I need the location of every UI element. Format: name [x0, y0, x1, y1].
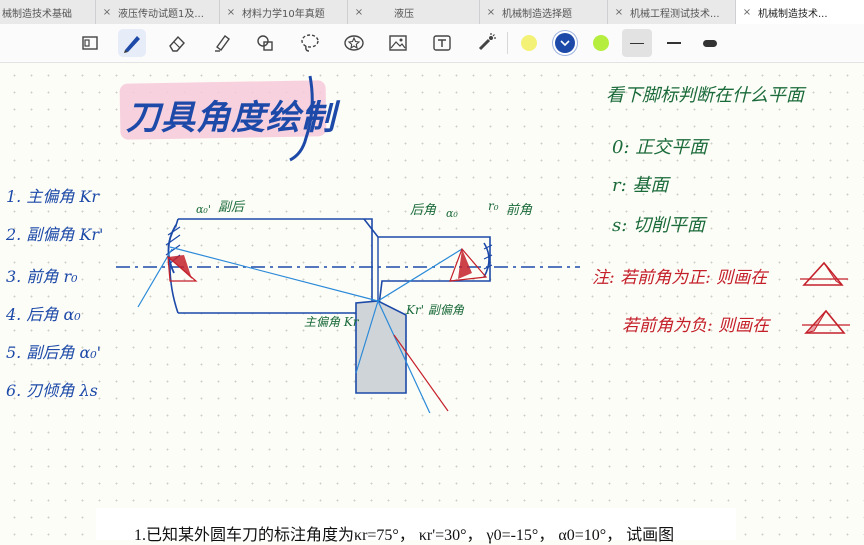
- title-stroke: [289, 75, 314, 162]
- tab-label: 机械制造选择题: [502, 8, 572, 20]
- toolbar-divider: [507, 32, 508, 54]
- laser-pointer-icon[interactable]: [472, 29, 500, 57]
- diagram-label-minor-cutting: Kr' 副偏角: [406, 303, 464, 317]
- question-text: 1.已知某外圆车刀的标注角度为κr=75°， κr'=30°， γ0=-15°，…: [134, 527, 675, 544]
- stroke-width-thick[interactable]: [696, 29, 724, 57]
- star-sticker-icon[interactable]: [340, 29, 368, 57]
- question-panel: 1.已知某外圆车刀的标注角度为κr=75°， κr'=30°， γ0=-15°，…: [96, 508, 736, 544]
- tab-label: 械制造技术基础: [2, 8, 72, 20]
- stroke-width-thin[interactable]: [622, 29, 652, 57]
- diagram-label-clearance: 后角: [410, 203, 437, 218]
- text-box-icon[interactable]: [428, 29, 456, 57]
- plane-item: r: 基面: [612, 175, 669, 196]
- positive-rake-icon: [800, 261, 848, 286]
- angle-list-item: 6. 刃倾角 λs: [6, 381, 98, 400]
- angle-list-item: 2. 副偏角 Kr': [6, 225, 104, 244]
- page-view-icon[interactable]: [76, 29, 104, 57]
- tab-item[interactable]: × 液压传动试题1及...: [96, 0, 220, 24]
- angle-list-item: 4. 后角 α₀: [6, 305, 81, 324]
- diagram-symbol-clearance: α₀: [446, 207, 458, 220]
- note-canvas[interactable]: 刀具角度绘制 1. 主偏角 Kr 2. 副偏角 Kr' 3. 前角 r₀ 4. …: [0, 63, 864, 540]
- angle-list-item: 5. 副后角 α₀': [6, 343, 102, 362]
- close-icon[interactable]: ×: [348, 7, 370, 18]
- stroke-width-medium[interactable]: [660, 29, 688, 57]
- tab-label: 材料力学10年真题: [242, 8, 325, 20]
- close-icon[interactable]: ×: [96, 7, 118, 18]
- chevron-down-icon: [560, 40, 570, 47]
- close-icon[interactable]: ×: [736, 7, 758, 18]
- diagram-label-side-clearance: 副后: [218, 200, 245, 215]
- tab-label: 液压: [394, 8, 414, 20]
- tab-label: 机械制造技术...: [758, 8, 828, 20]
- rake-note: 若前角为负: 则画在: [622, 316, 770, 336]
- diagram-label-main-cutting: 主偏角 Kr: [304, 315, 359, 329]
- negative-rake-icon: [802, 309, 850, 334]
- close-icon[interactable]: ×: [608, 7, 630, 18]
- plane-item: 0: 正交平面: [612, 137, 708, 158]
- planes-header: 看下脚标判断在什么平面: [606, 85, 804, 106]
- tab-bar: 械制造技术基础 × 液压传动试题1及... × 材料力学10年真题 × 液压 ×…: [0, 0, 864, 25]
- lasso-icon[interactable]: [296, 29, 324, 57]
- shapes-icon[interactable]: [251, 29, 279, 57]
- color-swatch-green[interactable]: [587, 29, 615, 57]
- close-icon[interactable]: ×: [220, 7, 242, 18]
- highlighter-icon[interactable]: [208, 29, 236, 57]
- tab-item[interactable]: 械制造技术基础: [0, 0, 96, 24]
- color-swatch-yellow[interactable]: [515, 29, 543, 57]
- tab-item[interactable]: × 液压: [348, 0, 480, 24]
- workpiece-outline: [178, 218, 373, 314]
- plane-item: s: 切削平面: [612, 215, 706, 236]
- tab-item[interactable]: × 材料力学10年真题: [220, 0, 348, 24]
- pen-icon[interactable]: [118, 29, 146, 57]
- color-swatch-blue-selected[interactable]: [551, 29, 579, 57]
- tab-item[interactable]: × 机械制造选择题: [480, 0, 608, 24]
- diagram-symbol-rake: r₀: [488, 199, 499, 213]
- tab-label: 机械工程测试技术...: [630, 8, 720, 20]
- rake-note: 注: 若前角为正: 则画在: [592, 268, 768, 288]
- close-icon[interactable]: ×: [480, 7, 502, 18]
- image-icon[interactable]: [384, 29, 412, 57]
- angle-list-item: 3. 前角 r₀: [6, 267, 78, 286]
- tab-label: 液压传动试题1及...: [118, 8, 204, 20]
- tab-item[interactable]: × 机械工程测试技术...: [608, 0, 736, 24]
- angle-list-item: 1. 主偏角 Kr: [6, 187, 100, 206]
- drawing-toolbar: [0, 24, 864, 63]
- tab-item-active[interactable]: × 机械制造技术...: [736, 0, 864, 24]
- eraser-icon[interactable]: [163, 29, 191, 57]
- diagram-label-rake: 前角: [506, 203, 533, 218]
- diagram-symbol-side-clearance: α₀': [196, 203, 211, 216]
